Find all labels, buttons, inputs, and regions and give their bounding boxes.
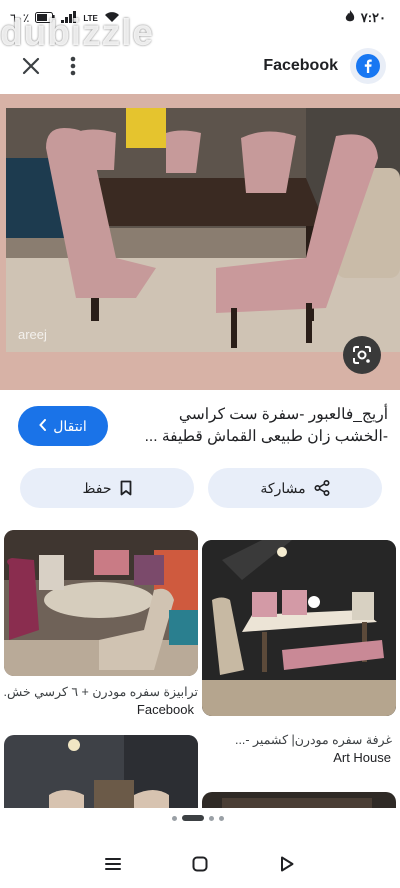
status-time: ٧:٢٠ <box>360 10 386 25</box>
google-lens-icon <box>353 346 371 364</box>
facebook-logo-button[interactable] <box>350 48 386 84</box>
source-name[interactable]: Facebook <box>263 57 338 75</box>
home-square-icon <box>192 856 208 872</box>
related-card-image-4[interactable] <box>202 792 396 808</box>
flame-icon <box>345 10 355 26</box>
page-dot-active <box>182 815 204 821</box>
dining-set-photo <box>6 108 400 352</box>
home-button[interactable] <box>180 844 220 884</box>
page-dot <box>172 815 177 821</box>
related-caption-2[interactable]: غرفة سفره مودرن| كشمير -... <box>202 732 392 747</box>
dining-photo-4 <box>202 792 396 808</box>
related-source-1: Facebook <box>136 702 194 717</box>
save-label: حفظ <box>82 479 112 496</box>
google-lens-button[interactable] <box>343 336 381 374</box>
dining-photo-2 <box>202 540 396 716</box>
bookmark-icon <box>120 480 131 496</box>
visit-label: انتقال <box>53 417 87 434</box>
share-button[interactable]: مشاركة <box>208 468 382 508</box>
status-right-group: ٧:٢٠ <box>345 10 386 26</box>
more-vert-icon <box>70 56 76 76</box>
page-dot <box>209 815 214 821</box>
dining-photo-3 <box>4 735 198 808</box>
photo-watermark: areej <box>18 327 47 342</box>
result-title[interactable]: أريج_فالعبور -سفرة ست كراسي -الخشب زان ط… <box>122 404 388 448</box>
facebook-logo-icon <box>356 54 380 78</box>
hero-image-frame: areej <box>0 94 400 390</box>
related-card-image-3[interactable] <box>4 735 198 808</box>
share-label: مشاركة <box>260 479 306 496</box>
back-button[interactable] <box>267 844 307 884</box>
hero-image[interactable]: areej <box>6 108 400 352</box>
action-buttons: حفظ مشاركة <box>20 468 382 508</box>
share-icon <box>314 480 330 496</box>
chevron-left-icon <box>39 418 47 434</box>
result-title-row: انتقال أريج_فالعبور -سفرة ست كراسي -الخش… <box>0 400 400 460</box>
system-nav-bar <box>0 840 400 888</box>
related-results-grid: ترابيزة سفره مودرن + ٦ كرسي خش... Facebo… <box>0 530 400 808</box>
page-dot <box>219 815 224 821</box>
more-options-button[interactable] <box>58 49 88 83</box>
visit-button[interactable]: انتقال <box>18 406 108 446</box>
save-button[interactable]: حفظ <box>20 468 194 508</box>
menu-lines-icon <box>105 858 122 870</box>
close-button[interactable] <box>14 49 48 83</box>
dining-photo-1 <box>4 530 198 676</box>
related-caption-1[interactable]: ترابيزة سفره مودرن + ٦ كرسي خش... <box>4 684 198 699</box>
related-source-2: Art House <box>333 750 391 765</box>
back-triangle-icon <box>280 856 294 872</box>
close-icon <box>22 57 40 75</box>
page-indicator <box>172 815 224 821</box>
top-bar: Facebook <box>0 44 400 88</box>
related-card-image-2[interactable] <box>202 540 396 716</box>
related-card-image-1[interactable] <box>4 530 198 676</box>
recent-apps-button[interactable] <box>93 844 133 884</box>
